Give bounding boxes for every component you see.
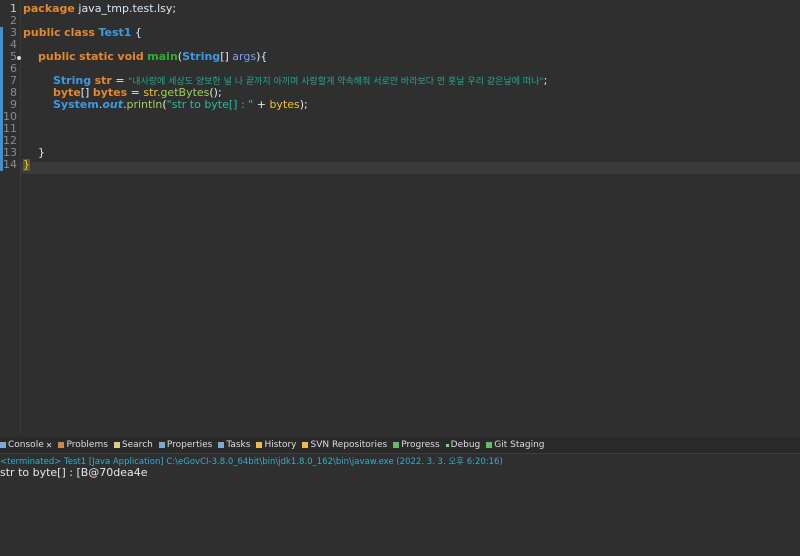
tab-progress[interactable]: Progress (393, 440, 440, 450)
tab-search[interactable]: Search (113, 440, 153, 450)
code-line-14: } (23, 158, 30, 171)
code-editor[interactable]: 1 2 3 4 5 6 7 8 9 10 11 12 13 14 package… (0, 0, 800, 433)
tasks-icon (218, 442, 225, 448)
history-icon (256, 442, 263, 448)
tab-debug[interactable]: Debug (445, 440, 480, 450)
svn-icon (302, 442, 309, 448)
console-output-text: str to byte[] : [B@70dea4e (0, 466, 148, 479)
debug-icon (445, 443, 449, 447)
progress-icon (393, 442, 400, 448)
tab-git-staging[interactable]: Git Staging (486, 440, 545, 450)
code-line-9: System.out.println("str to byte[] : " + … (53, 98, 308, 111)
tab-tasks[interactable]: Tasks (218, 440, 250, 450)
problems-icon (58, 442, 65, 448)
tab-history[interactable]: History (256, 440, 296, 450)
search-icon (113, 442, 120, 448)
tab-properties[interactable]: Properties (158, 440, 212, 450)
line-number: 14 (0, 159, 17, 171)
code-line-13: } (38, 146, 45, 159)
override-marker-icon (17, 56, 21, 60)
code-line-1: package java_tmp.test.lsy; (23, 2, 177, 15)
code-line-5: public static void main(String[] args){ (38, 50, 268, 63)
tab-svn-repositories[interactable]: SVN Repositories (302, 440, 387, 450)
properties-icon (158, 442, 165, 448)
tab-console[interactable]: Console ✕ (0, 440, 52, 450)
git-staging-icon (486, 442, 493, 448)
code-line-3: public class Test1 { (23, 26, 142, 39)
console-tab-bar: Console ✕ Problems Search Properties Task… (0, 437, 800, 453)
console-icon (0, 442, 6, 448)
current-line-highlight (20, 162, 800, 174)
tab-problems[interactable]: Problems (58, 440, 108, 450)
close-icon[interactable]: ✕ (46, 441, 53, 450)
